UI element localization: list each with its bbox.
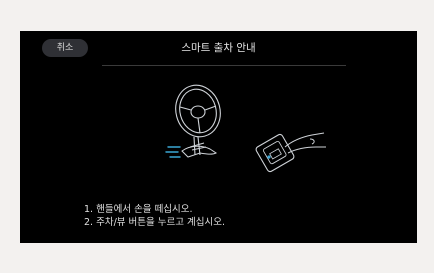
- motion-lines-icon: [165, 146, 181, 158]
- instruction-step-2: 2. 주차/뷰 버튼을 누르고 계십시오.: [84, 217, 225, 228]
- instruction-step-1: 1. 핸들에서 손을 떼십시오.: [84, 204, 193, 215]
- instruction-list: 1. 핸들에서 손을 떼십시오. 2. 주차/뷰 버튼을 누르고 계십시오.: [84, 203, 225, 229]
- page-title: 스마트 출차 안내: [181, 42, 256, 54]
- smart-exit-illustration: [165, 84, 326, 173]
- guide-screen: 취소 스마트 출차 안내 1. 핸들에서 손을 떼십시오. 2. 주차/뷰 버튼…: [20, 31, 417, 243]
- steering-wheel-icon: [175, 84, 221, 156]
- title-divider: [102, 65, 346, 66]
